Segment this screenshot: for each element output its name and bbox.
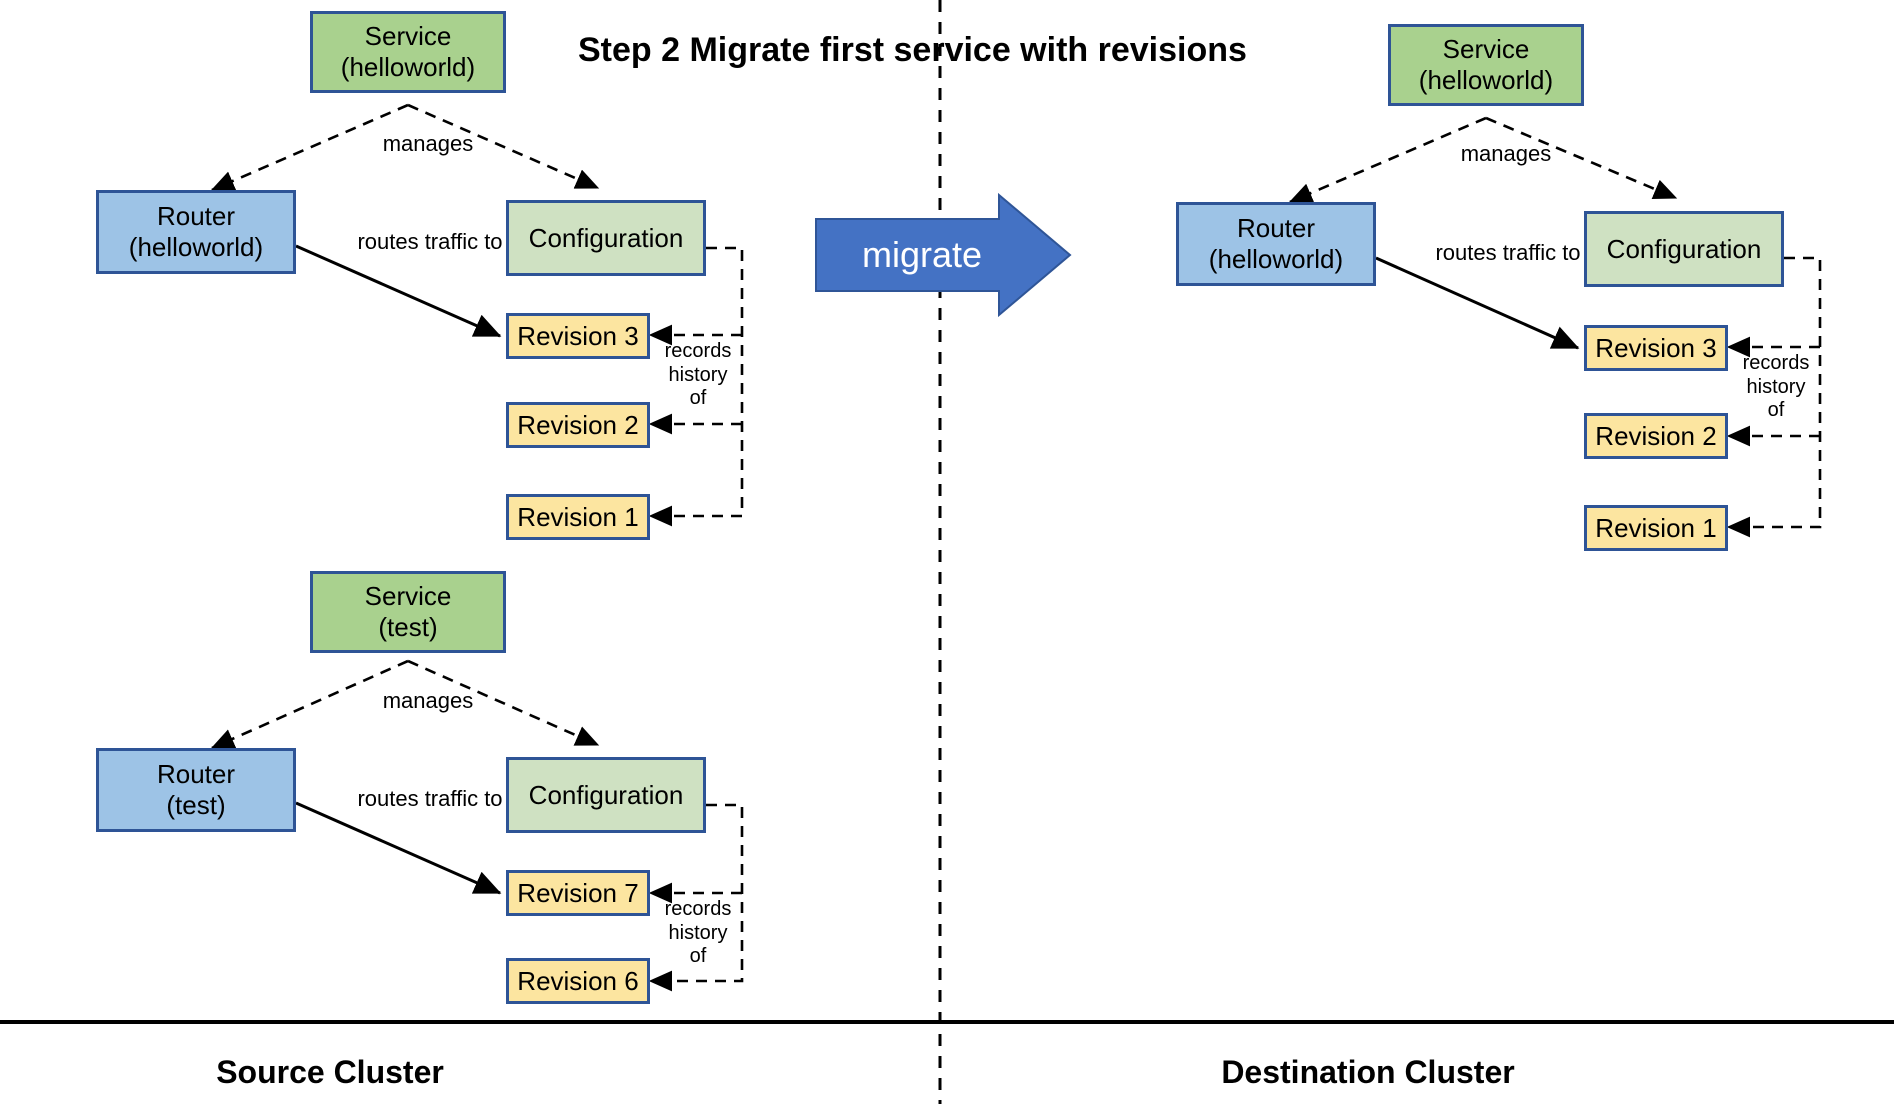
edge-label-routes-test-source: routes traffic to [357,786,503,811]
edge-label-manages-helloworld-source: manages [382,131,474,156]
edge-label-records-helloworld-source: records history of [664,340,732,410]
edge-label-routes-helloworld-destination: routes traffic to [1435,240,1581,265]
node-router-helloworld-destination[interactable]: Router (helloworld) [1176,202,1376,286]
diagram-canvas: Step 2 Migrate first service with revisi… [0,0,1894,1104]
cluster-label-source: Source Cluster [216,1054,444,1090]
node-configuration-test-source[interactable]: Configuration [506,757,706,833]
node-service-test-source[interactable]: Service (test) [310,571,506,653]
node-service-helloworld-source[interactable]: Service (helloworld) [310,11,506,93]
migrate-arrow[interactable]: migrate [816,195,1070,315]
node-service-helloworld-destination[interactable]: Service (helloworld) [1388,24,1584,106]
edge-routes-src-test [295,801,502,895]
node-revision-3-helloworld-source[interactable]: Revision 3 [506,313,650,359]
node-configuration-helloworld-source[interactable]: Configuration [506,200,706,276]
migrate-arrow-label: migrate [861,234,983,275]
edge-routes-src-hw [295,244,502,338]
node-revision-2-helloworld-destination[interactable]: Revision 2 [1584,413,1728,459]
edges-layer [0,0,1894,1104]
node-revision-1-helloworld-source[interactable]: Revision 1 [506,494,650,540]
cluster-label-destination: Destination Cluster [1221,1054,1515,1090]
node-revision-7-test-source[interactable]: Revision 7 [506,870,650,916]
node-configuration-helloworld-destination[interactable]: Configuration [1584,211,1784,287]
node-revision-3-helloworld-destination[interactable]: Revision 3 [1584,325,1728,371]
node-revision-6-test-source[interactable]: Revision 6 [506,958,650,1004]
edge-routes-dst-hw [1375,256,1580,350]
node-revision-2-helloworld-source[interactable]: Revision 2 [506,402,650,448]
node-router-helloworld-source[interactable]: Router (helloworld) [96,190,296,274]
node-revision-1-helloworld-destination[interactable]: Revision 1 [1584,505,1728,551]
edge-label-manages-test-source: manages [382,688,474,713]
edge-label-records-helloworld-destination: records history of [1742,352,1810,422]
node-router-test-source[interactable]: Router (test) [96,748,296,832]
page-title: Step 2 Migrate first service with revisi… [578,31,1247,69]
edge-label-routes-helloworld-source: routes traffic to [357,229,503,254]
edge-label-manages-helloworld-destination: manages [1460,141,1552,166]
edge-label-records-test-source: records history of [664,898,732,968]
